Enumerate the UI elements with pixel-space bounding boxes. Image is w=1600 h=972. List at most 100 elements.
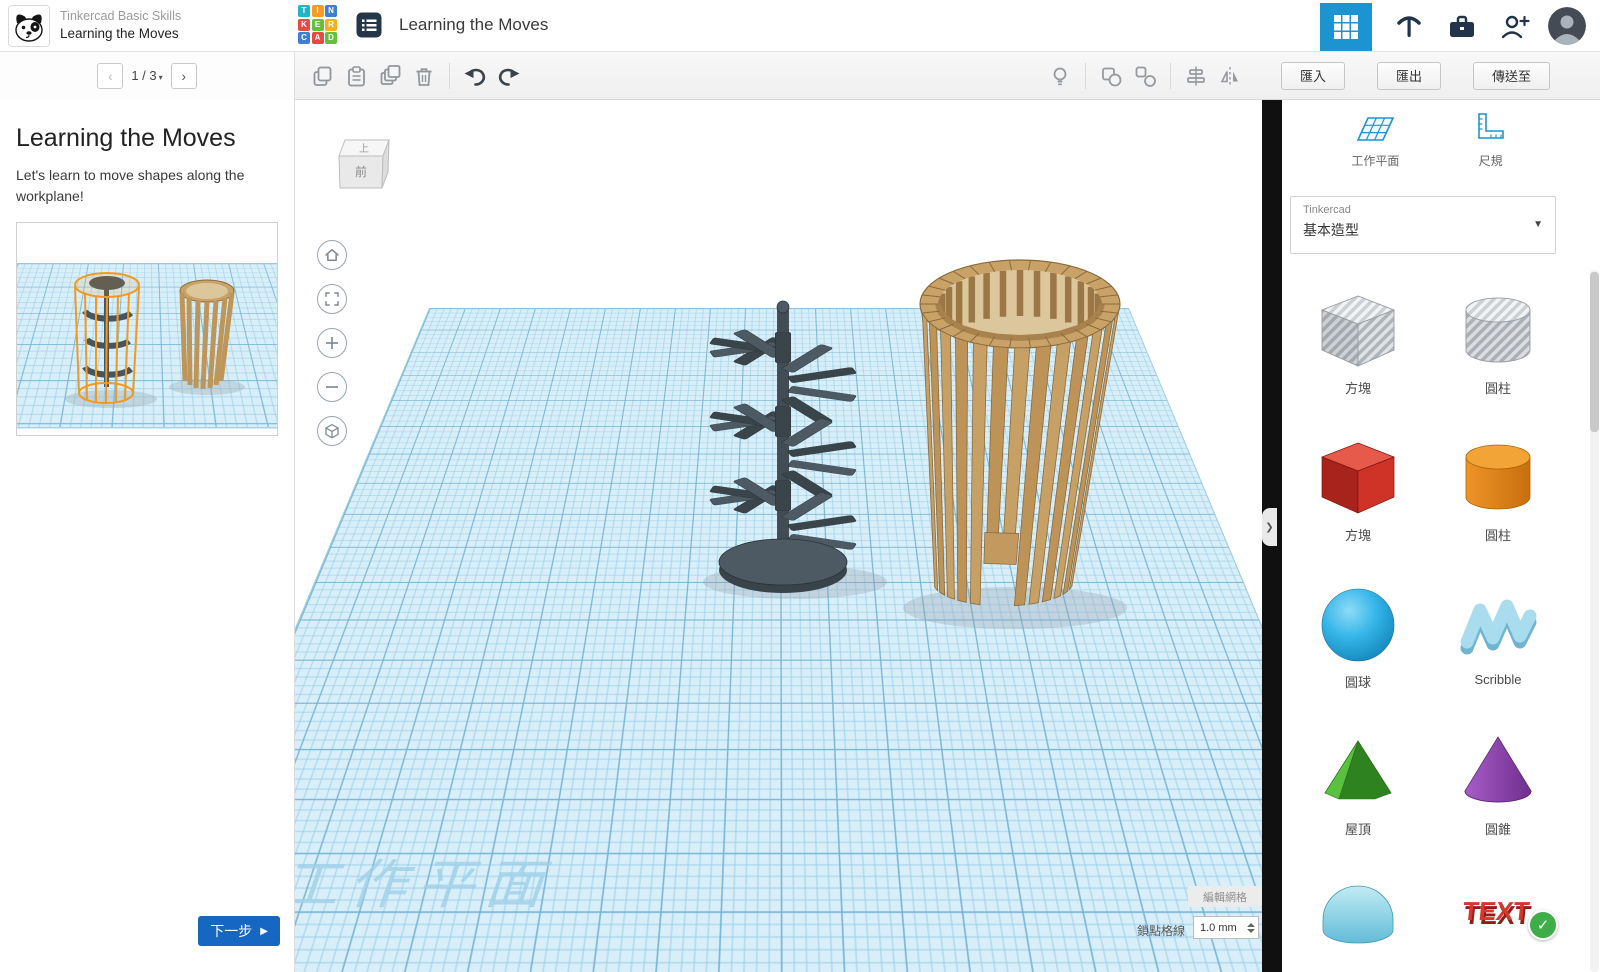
shape-tile-cone[interactable]: 圓錐 (1436, 727, 1560, 874)
import-button[interactable]: 匯入 (1281, 62, 1345, 90)
shape-tile-dome[interactable] (1296, 874, 1420, 972)
shape-label: 圓球 (1345, 672, 1371, 691)
page-indicator[interactable]: 1 / 3▾ (131, 68, 162, 83)
ruler-tool-icon (1469, 110, 1513, 146)
collapse-panel-button[interactable]: ❯ (1262, 508, 1277, 546)
page-caret-icon: ▾ (159, 73, 163, 82)
paste-button[interactable] (339, 59, 373, 93)
prev-glyph: ‹ (108, 68, 113, 84)
cylinder-orange-icon (1455, 433, 1541, 519)
shape-library-select[interactable]: Tinkercad 基本造型 ▼ (1290, 196, 1556, 254)
invite-button[interactable] (1500, 11, 1530, 41)
help-badge[interactable]: ✓ (1528, 910, 1558, 940)
play-icon: ▶ (260, 926, 268, 937)
list-icon (355, 11, 383, 39)
perspective-toggle-button[interactable] (317, 416, 347, 446)
viewport-3d[interactable]: 工作平面 上 前 (295, 100, 1262, 972)
next-glyph: › (181, 68, 186, 84)
mirror-button[interactable] (1213, 59, 1247, 93)
shape-tile-sphere[interactable]: 圓球 (1296, 580, 1420, 727)
toolbar-separator (449, 63, 450, 89)
shapes-panel: 工作平面 尺規 Tinkercad 基本造型 ▼ (1282, 100, 1600, 972)
shape-tile-roof[interactable]: 屋頂 (1296, 727, 1420, 874)
shape-tile-box-red[interactable]: 方塊 (1296, 433, 1420, 580)
logo-letter: R (325, 19, 337, 31)
snap-grid-select[interactable]: 1.0 mm (1193, 916, 1259, 939)
view-cube[interactable]: 上 前 (325, 128, 401, 198)
paste-icon (344, 64, 368, 88)
send-to-button[interactable]: 傳送至 (1473, 62, 1550, 90)
duplicate-button[interactable] (373, 59, 407, 93)
zoom-out-button[interactable] (317, 372, 347, 402)
zoom-out-icon (323, 378, 341, 396)
undo-icon (463, 64, 487, 88)
tinkercad-logo[interactable]: T I N K E R C A D (298, 5, 337, 44)
scrollbar-thumb[interactable] (1590, 272, 1599, 432)
shape-tile-cylinder-orange[interactable]: 圓柱 (1436, 433, 1560, 580)
briefcase-button[interactable] (1446, 11, 1478, 41)
edit-grid-button[interactable]: 編輯網格 (1188, 886, 1262, 907)
workplane-tool-label: 工作平面 (1351, 152, 1399, 169)
history-group (458, 59, 526, 93)
viewcube-top-label: 上 (359, 143, 369, 155)
logo-letter: I (312, 5, 324, 17)
cylinder-striped-icon (1455, 286, 1541, 372)
lesson-avatar[interactable] (8, 5, 50, 47)
fit-view-button[interactable] (317, 284, 347, 314)
ruler-tool[interactable]: 尺規 (1469, 110, 1513, 169)
breadcrumb-lesson: Learning the Moves (60, 25, 181, 43)
copy-icon (310, 64, 334, 88)
zoom-in-icon (323, 334, 341, 352)
copy-button[interactable] (305, 59, 339, 93)
spinner-icon[interactable] (1246, 923, 1258, 933)
shape-tile-scribble[interactable]: Scribble (1436, 580, 1560, 727)
shape-label: 圓柱 (1485, 378, 1511, 397)
group-button[interactable] (1094, 59, 1128, 93)
io-buttons: 匯入 匯出 傳送至 (1281, 62, 1550, 90)
briefcase-icon (1446, 11, 1478, 41)
chevron-down-icon: ▼ (1533, 219, 1543, 230)
ungroup-icon (1133, 64, 1157, 88)
lesson-panel: Learning the Moves Let's learn to move s… (0, 100, 295, 972)
text-shape-icon: TEXT TEXT (1455, 874, 1541, 960)
arrange-tools-group (1043, 59, 1247, 93)
user-avatar-icon (1548, 7, 1586, 45)
fit-view-icon (323, 290, 341, 308)
logo-letter: D (325, 32, 337, 44)
lesson-pagination: ‹ 1 / 3▾ › (0, 52, 295, 100)
panel-divider: ❯ (1262, 100, 1282, 972)
logo-letter: K (298, 19, 310, 31)
box-red-icon (1315, 433, 1401, 519)
library-brand: Tinkercad (1303, 204, 1543, 216)
lesson-thumbnail (16, 222, 278, 436)
user-avatar[interactable] (1548, 7, 1586, 45)
tips-button[interactable] (1043, 59, 1077, 93)
library-category: 基本造型 (1303, 220, 1543, 240)
workplane-tool[interactable]: 工作平面 (1351, 110, 1399, 169)
export-button[interactable]: 匯出 (1377, 62, 1441, 90)
redo-icon (497, 64, 521, 88)
dashboard-button[interactable] (1320, 3, 1372, 51)
undo-button[interactable] (458, 59, 492, 93)
cone-icon (1455, 727, 1541, 813)
mine-button[interactable] (1394, 11, 1424, 41)
shape-tile-box-striped[interactable]: 方塊 (1296, 286, 1420, 433)
align-button[interactable] (1179, 59, 1213, 93)
next-step-label: 下一步 (210, 921, 252, 941)
lesson-list-button[interactable] (355, 11, 383, 39)
edit-tools-group (305, 59, 441, 93)
home-view-button[interactable] (317, 240, 347, 270)
zoom-in-button[interactable] (317, 328, 347, 358)
delete-button[interactable] (407, 59, 441, 93)
next-step-button[interactable]: 下一步 ▶ (198, 916, 280, 946)
ungroup-button[interactable] (1128, 59, 1162, 93)
duplicate-icon (378, 64, 402, 88)
shape-label: 方塊 (1345, 525, 1371, 544)
home-icon (323, 246, 341, 264)
prev-page-button[interactable]: ‹ (97, 63, 123, 89)
toolbar: ‹ 1 / 3▾ › (0, 52, 1600, 100)
next-page-button[interactable]: › (171, 63, 197, 89)
dog-icon (9, 6, 49, 46)
shape-tile-cylinder-striped[interactable]: 圓柱 (1436, 286, 1560, 433)
redo-button[interactable] (492, 59, 526, 93)
